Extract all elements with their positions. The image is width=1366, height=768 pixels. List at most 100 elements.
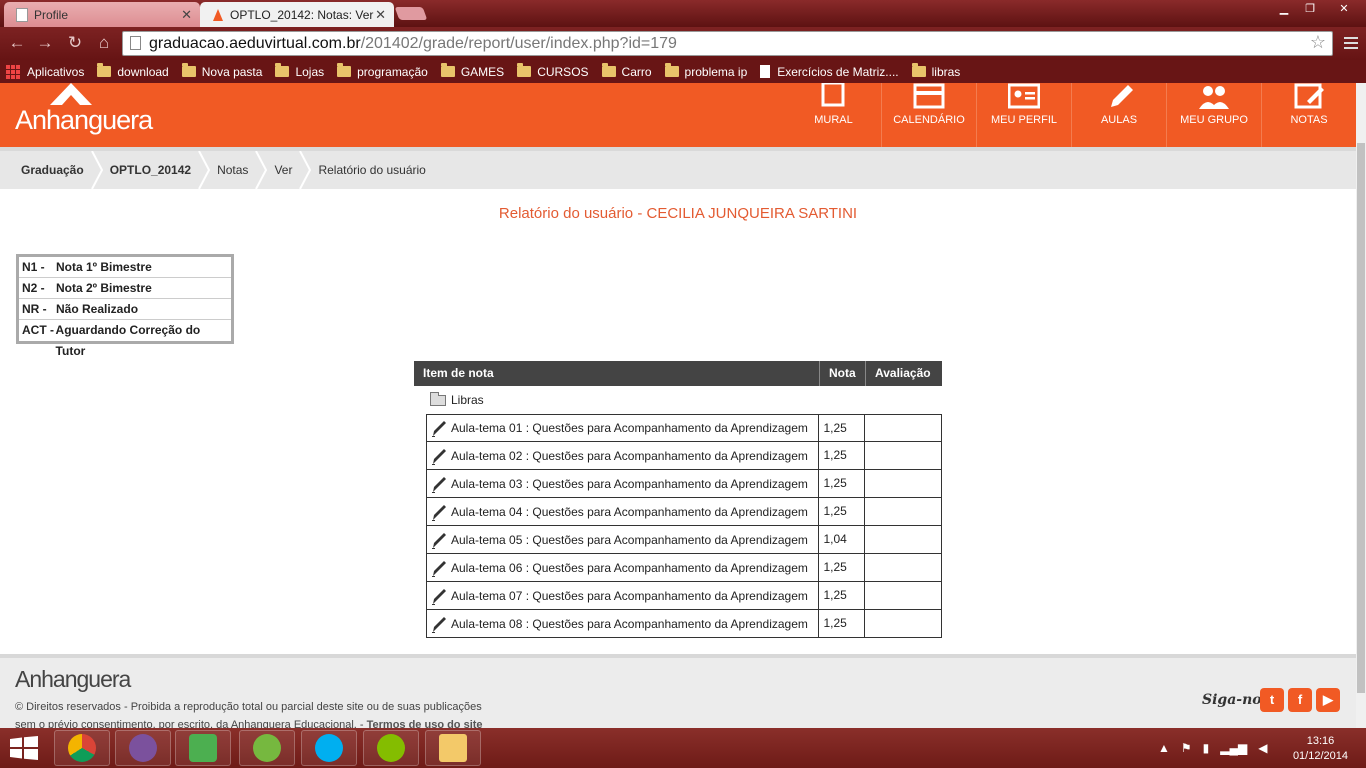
grade-item-link[interactable]: Aula-tema 01 : Questões para Acompanhame… xyxy=(451,421,808,435)
nav-notas[interactable]: NOTAS xyxy=(1261,83,1356,147)
evaluation-cell xyxy=(865,582,941,609)
taskbar-file-explorer[interactable] xyxy=(425,730,481,766)
bookmark-label: CURSOS xyxy=(537,64,589,79)
grade-item-cell[interactable]: Aula-tema 02 : Questões para Acompanhame… xyxy=(427,442,820,469)
profile-card-icon xyxy=(1008,83,1040,109)
grade-item-cell[interactable]: Aula-tema 04 : Questões para Acompanhame… xyxy=(427,498,820,525)
bookmark-folder[interactable]: GAMES xyxy=(440,63,504,79)
grade-item-cell[interactable]: Aula-tema 05 : Questões para Acompanhame… xyxy=(427,526,820,553)
nav-label: MEU PERFIL xyxy=(990,114,1057,126)
network-signal-icon[interactable]: ▂▄▆ xyxy=(1220,741,1247,755)
grade-item-link[interactable]: Aula-tema 08 : Questões para Acompanhame… xyxy=(451,617,808,631)
tab-notas[interactable]: OPTLO_20142: Notas: Ver ✕ xyxy=(200,2,394,27)
assignment-pencil-icon xyxy=(432,476,446,493)
grade-item-link[interactable]: Aula-tema 02 : Questões para Acompanhame… xyxy=(451,449,808,463)
bookmark-star-icon[interactable]: ☆ xyxy=(1310,31,1326,54)
folder-icon xyxy=(275,63,290,77)
evaluation-cell xyxy=(865,554,941,581)
legend-row: ACT - Aguardando Correção do Tutor xyxy=(19,320,231,358)
breadcrumb-item[interactable]: Ver xyxy=(274,151,318,189)
nav-meu-perfil[interactable]: MEU PERFIL xyxy=(976,83,1071,147)
bookmark-folder[interactable]: libras xyxy=(911,63,960,79)
breadcrumb-label: Notas xyxy=(217,163,249,177)
clock-date: 01/12/2014 xyxy=(1292,750,1348,762)
bookmarks-bar: Aplicativos download Nova pasta Lojas pr… xyxy=(0,60,1366,83)
bookmark-folder[interactable]: Carro xyxy=(601,63,652,79)
bookmark-folder[interactable]: problema ip xyxy=(664,63,747,79)
breadcrumb-item[interactable]: Notas xyxy=(217,151,274,189)
grade-item-link[interactable]: Aula-tema 05 : Questões para Acompanhame… xyxy=(451,533,808,547)
taskbar-viber[interactable] xyxy=(115,730,171,766)
bookmark-page[interactable]: Exercícios de Matriz.... xyxy=(760,64,899,79)
skype-icon xyxy=(315,734,343,762)
bookmark-folder[interactable]: download xyxy=(97,63,169,79)
evaluation-cell xyxy=(865,470,941,497)
scroll-thumb[interactable] xyxy=(1357,143,1365,693)
taskbar-spotify[interactable] xyxy=(363,730,419,766)
grade-item-link[interactable]: Aula-tema 04 : Questões para Acompanhame… xyxy=(451,505,808,519)
restore-icon[interactable]: ❐ xyxy=(1296,0,1324,18)
grade-item-link[interactable]: Aula-tema 07 : Questões para Acompanhame… xyxy=(451,589,808,603)
column-header-avaliacao: Avaliação xyxy=(875,366,931,380)
taskbar-skype[interactable] xyxy=(301,730,357,766)
nav-meu-grupo[interactable]: MEU GRUPO xyxy=(1166,83,1261,147)
show-hidden-icons-icon[interactable]: ▲ xyxy=(1158,741,1170,755)
bookmark-folder[interactable]: Nova pasta xyxy=(181,63,262,79)
taskbar-messenger[interactable] xyxy=(175,730,231,766)
windows-start-icon[interactable] xyxy=(10,736,38,760)
grade-item-cell[interactable]: Aula-tema 06 : Questões para Acompanhame… xyxy=(427,554,820,581)
bookmark-apps[interactable]: Aplicativos xyxy=(6,64,85,79)
twitter-icon[interactable]: t xyxy=(1260,688,1284,712)
grade-item-cell[interactable]: Aula-tema 07 : Questões para Acompanhame… xyxy=(427,582,820,609)
reload-icon[interactable]: ↻ xyxy=(65,33,85,53)
grade-legend: N1 - Nota 1º Bimestre N2 - Nota 2º Bimestr… xyxy=(16,254,234,358)
taskbar-chrome[interactable] xyxy=(54,730,110,766)
close-window-icon[interactable]: ✕ xyxy=(1324,0,1364,18)
minimize-icon[interactable]: ▁ xyxy=(1270,0,1298,18)
back-icon[interactable]: ← xyxy=(7,33,27,53)
nav-aulas[interactable]: AULAS xyxy=(1071,83,1166,147)
chrome-icon xyxy=(68,734,96,762)
breadcrumb-label: OPTLO_20142 xyxy=(109,163,192,177)
nav-mural[interactable]: MURAL xyxy=(786,83,881,147)
bookmark-folder[interactable]: programação xyxy=(337,63,428,79)
bookmark-folder[interactable]: Lojas xyxy=(275,63,324,79)
bookmark-label: download xyxy=(117,64,169,79)
folder-icon xyxy=(440,63,455,77)
page-scrollbar[interactable] xyxy=(1356,83,1366,728)
tab-title: Profile xyxy=(34,7,69,22)
new-tab-button[interactable] xyxy=(394,7,428,20)
breadcrumb-item[interactable]: Graduação xyxy=(21,151,110,189)
bookmark-label: Exercícios de Matriz.... xyxy=(777,64,899,79)
taskbar-utorrent[interactable] xyxy=(239,730,295,766)
address-bar[interactable]: graduacao.aeduvirtual.com.br/201402/grad… xyxy=(122,31,1333,56)
facebook-icon[interactable]: f xyxy=(1288,688,1312,712)
breadcrumb-item[interactable]: OPTLO_20142 xyxy=(109,151,217,189)
grade-item-cell[interactable]: Aula-tema 08 : Questões para Acompanhame… xyxy=(427,610,820,637)
evaluation-cell xyxy=(865,610,941,637)
nav-calendario[interactable]: CALENDÁRIO xyxy=(881,83,976,147)
close-icon[interactable]: ✕ xyxy=(375,7,386,23)
grade-item-link[interactable]: Aula-tema 03 : Questões para Acompanhame… xyxy=(451,477,808,491)
battery-icon[interactable]: ▮ xyxy=(1203,741,1210,755)
action-center-flag-icon[interactable]: ⚑ xyxy=(1181,741,1192,755)
forward-icon[interactable]: → xyxy=(35,33,55,53)
folder-icon xyxy=(911,63,926,77)
url-host: graduacao.aeduvirtual.com.br xyxy=(149,35,361,52)
home-icon[interactable]: ⌂ xyxy=(94,33,114,53)
clock[interactable]: 13:16 01/12/2014 xyxy=(1293,734,1348,764)
page-title: Relatório do usuário - CECILIA JUNQUEIRA… xyxy=(498,205,858,222)
chrome-menu-icon[interactable] xyxy=(1344,37,1358,52)
tab-profile[interactable]: Profile ✕ xyxy=(4,2,200,27)
grade-item-cell[interactable]: Aula-tema 03 : Questões para Acompanhame… xyxy=(427,470,820,497)
youtube-icon[interactable]: ▶ xyxy=(1316,688,1340,712)
nav-label: MEU GRUPO xyxy=(1180,114,1248,126)
bookmark-folder[interactable]: CURSOS xyxy=(517,63,589,79)
volume-icon[interactable]: ◀ xyxy=(1258,741,1267,755)
site-logo[interactable]: Anhanguera xyxy=(15,105,153,136)
grade-item-cell[interactable]: Aula-tema 01 : Questões para Acompanhame… xyxy=(427,415,820,441)
grade-item-link[interactable]: Aula-tema 06 : Questões para Acompanhame… xyxy=(451,561,808,575)
close-icon[interactable]: ✕ xyxy=(181,7,192,23)
calendar-icon xyxy=(913,83,945,109)
bookmark-label: Aplicativos xyxy=(27,64,85,79)
